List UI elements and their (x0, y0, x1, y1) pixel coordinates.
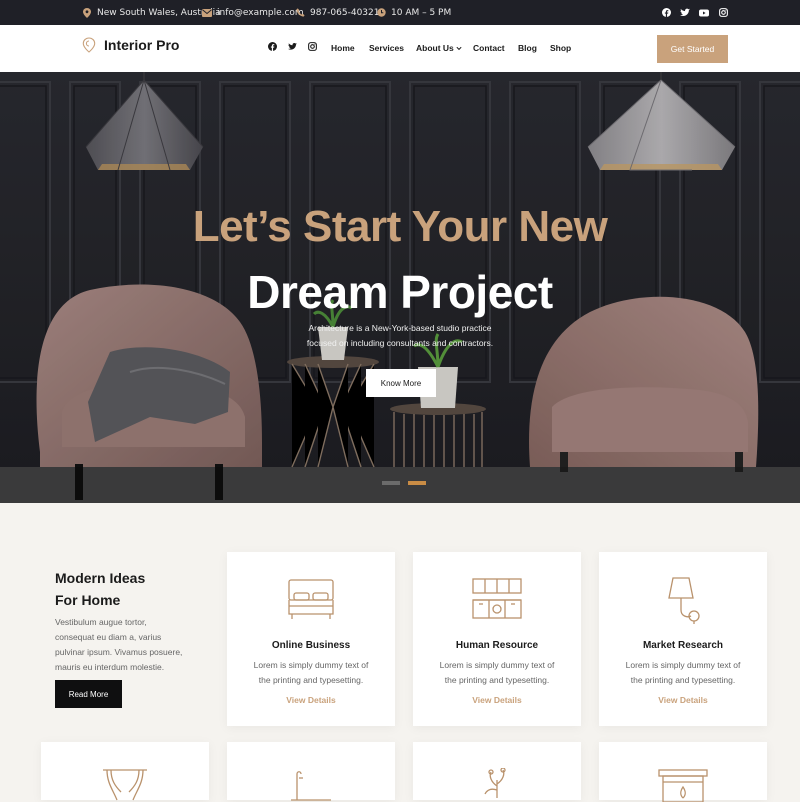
service-desc-line1: Lorem is simply dummy text of (439, 660, 555, 670)
top-bar: New South Wales, Australia info@example.… (0, 0, 800, 25)
nav-about[interactable]: About Us (416, 43, 462, 53)
fireplace-icon (599, 768, 767, 802)
instagram-icon[interactable] (718, 8, 728, 18)
chevron-down-icon (456, 47, 462, 51)
instagram-icon[interactable] (308, 42, 317, 51)
hours-info: 10 AM – 5 PM (376, 0, 451, 25)
service-card-row2-4[interactable] (599, 742, 767, 802)
facebook-icon[interactable] (268, 42, 277, 51)
service-card-row2-1[interactable] (41, 742, 209, 802)
hero-slider: Let’s Start Your New Dream Project Archi… (0, 72, 800, 503)
service-desc: Lorem is simply dummy text of the printi… (613, 658, 753, 688)
get-started-button[interactable]: Get Started (657, 35, 728, 63)
service-card-row2-2[interactable] (227, 742, 395, 802)
view-details-link[interactable]: View Details (599, 695, 767, 705)
bed-icon (227, 576, 395, 622)
nav-blog[interactable]: Blog (518, 43, 537, 53)
kitchen-icon (413, 576, 581, 622)
phone-icon (295, 8, 305, 18)
nav-contact[interactable]: Contact (473, 43, 505, 53)
know-more-button[interactable]: Know More (366, 369, 436, 397)
service-desc-line2: the printing and typesetting. (444, 675, 550, 685)
intro-title: Modern Ideas For Home (55, 567, 145, 611)
email-info[interactable]: info@example.com (202, 0, 304, 25)
service-desc: Lorem is simply dummy text of the printi… (241, 658, 381, 688)
clock-icon (376, 8, 386, 18)
email-link[interactable]: info@example.com (217, 8, 304, 18)
read-more-button[interactable]: Read More (55, 680, 122, 708)
hero-title-line1: Let’s Start Your New (192, 202, 608, 251)
service-card-online-business[interactable]: Online Business Lorem is simply dummy te… (227, 552, 395, 726)
intro-title-line2: For Home (55, 592, 121, 608)
nav-services[interactable]: Services (369, 43, 404, 53)
intro-text-line3: pulvinar ipsum. Vivamus posuere, (55, 647, 183, 657)
view-details-link[interactable]: View Details (413, 695, 581, 705)
youtube-icon[interactable] (699, 8, 709, 18)
nav-home[interactable]: Home (331, 43, 355, 53)
topbar-socials (661, 0, 728, 25)
twitter-icon[interactable] (680, 8, 690, 18)
brand-logo[interactable]: Interior Pro (82, 37, 179, 53)
header-socials (268, 42, 317, 51)
view-details-link[interactable]: View Details (227, 695, 395, 705)
slider-dot-1[interactable] (382, 481, 400, 485)
phone-text[interactable]: 987-065-40321 (310, 8, 379, 18)
twitter-icon[interactable] (288, 42, 297, 51)
brand-name: Interior Pro (104, 37, 180, 53)
nav-shop[interactable]: Shop (550, 43, 571, 53)
logo-mark-icon (82, 37, 96, 53)
hero-subtitle: Architecture is a New-York-based studio … (250, 321, 550, 351)
service-title: Human Resource (455, 640, 539, 651)
plant-vase-icon (413, 768, 581, 802)
service-title: Market Research (642, 640, 724, 651)
slider-dot-2-active[interactable] (408, 481, 426, 485)
phone-info[interactable]: 987-065-40321 (295, 0, 379, 25)
location-info: New South Wales, Australia (82, 0, 221, 25)
hero-title-line2: Dream Project (247, 266, 553, 318)
intro-text-line2: consequat eu diam a, varius (55, 632, 162, 642)
bathtub-icon (227, 768, 395, 802)
service-title: Online Business (271, 640, 351, 651)
wall-lamp-icon (599, 576, 767, 626)
service-desc: Lorem is simply dummy text of the printi… (427, 658, 567, 688)
service-desc-line2: the printing and typesetting. (630, 675, 736, 685)
nav-about-label: About Us (416, 43, 454, 53)
intro-title-line1: Modern Ideas (55, 570, 146, 586)
location-pin-icon (82, 7, 92, 18)
service-desc-line2: the printing and typesetting. (258, 675, 364, 685)
hero-subtitle-line2: focused on including consultants and con… (306, 338, 494, 348)
hours-text: 10 AM – 5 PM (391, 7, 452, 18)
intro-text: Vestibulum augue tortor, consequat eu di… (55, 615, 205, 675)
envelope-icon (202, 8, 212, 18)
service-card-human-resource[interactable]: Human Resource Lorem is simply dummy tex… (413, 552, 581, 726)
service-card-market-research[interactable]: Market Research Lorem is simply dummy te… (599, 552, 767, 726)
hero-subtitle-line1: Architecture is a New-York-based studio … (308, 323, 492, 333)
facebook-icon[interactable] (661, 8, 671, 18)
curtains-icon (41, 768, 209, 802)
intro-text-line1: Vestibulum augue tortor, (55, 617, 147, 627)
service-card-row2-3[interactable] (413, 742, 581, 800)
intro-text-line4: mauris eu interdum molestie. (55, 662, 165, 672)
service-desc-line1: Lorem is simply dummy text of (625, 660, 741, 670)
service-desc-line1: Lorem is simply dummy text of (253, 660, 369, 670)
